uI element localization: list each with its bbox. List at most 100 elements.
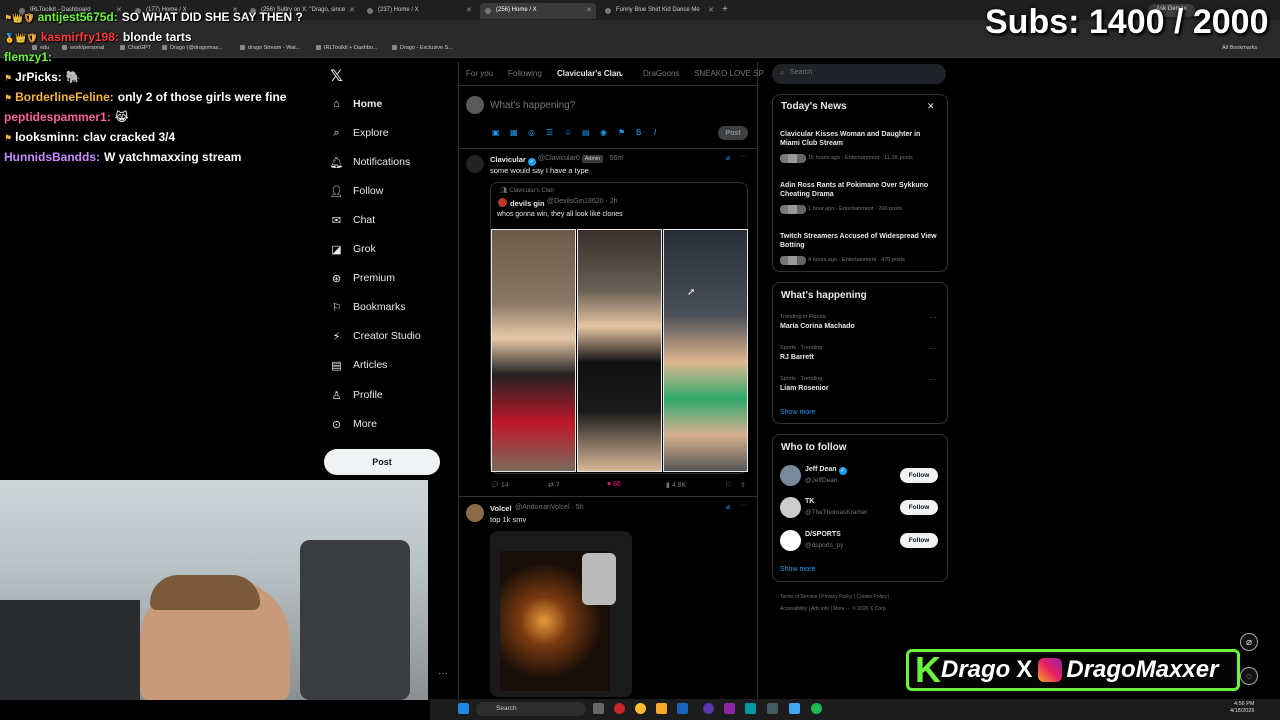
more-icon[interactable]: ··· — [740, 502, 747, 509]
grok-icon[interactable]: ⌀ — [726, 154, 730, 162]
wtf-name[interactable]: Jeff Dean ✓ — [805, 466, 847, 475]
nav-chat[interactable]: ✉ Chat — [330, 209, 375, 231]
nav-more[interactable]: ⊙ More — [330, 413, 377, 435]
tab-claviculars-clan[interactable]: Clavicular's Clan — [557, 69, 621, 78]
schedule-icon[interactable]: ▤ — [582, 128, 590, 137]
spotify-icon[interactable] — [811, 703, 822, 714]
author-handle[interactable]: @Clavicular0 — [538, 155, 580, 162]
nav-grok[interactable]: ◪ Grok — [330, 238, 375, 260]
avatar[interactable] — [466, 96, 484, 114]
reply-button[interactable]: 💬︎ 14 — [490, 481, 509, 489]
post-button[interactable]: Post — [324, 449, 440, 475]
follow-button[interactable]: Follow — [900, 468, 938, 483]
all-bookmarks-link[interactable]: All Bookmarks — [1222, 45, 1257, 51]
chevron-down-icon[interactable]: ⌄ — [618, 69, 625, 78]
wtf-name[interactable]: D/SPORTS — [805, 531, 841, 538]
folder-icon[interactable] — [656, 703, 667, 714]
show-more-link[interactable]: Show more — [780, 409, 815, 416]
browser-tab-active[interactable]: (256) Home / X ✕ — [480, 3, 596, 19]
nav-explore[interactable]: ⌕ Explore — [330, 122, 388, 144]
close-icon[interactable]: ✕ — [586, 6, 592, 14]
tweet-video[interactable] — [490, 531, 632, 697]
image-icon[interactable]: ▣ — [492, 128, 500, 137]
italic-icon[interactable]: I — [654, 128, 656, 137]
app-icon[interactable] — [614, 703, 625, 714]
compose-post-button[interactable]: Post — [718, 126, 748, 140]
close-icon[interactable]: ✕ — [927, 101, 935, 112]
share-icon[interactable]: ⇪ — [740, 481, 746, 489]
location-icon[interactable]: ◉ — [600, 128, 607, 137]
tweet-time[interactable]: · 56m — [605, 155, 623, 162]
more-icon[interactable]: ··· — [929, 375, 937, 384]
compose-input[interactable]: What's happening? — [490, 100, 575, 111]
app-icon[interactable] — [724, 703, 735, 714]
tweet-photo[interactable] — [663, 229, 748, 472]
tab-dragoons[interactable]: DraGoons — [643, 69, 679, 78]
bookmark-icon[interactable]: ⚐ — [725, 481, 731, 489]
bookmark-item[interactable]: Drago - Exclusive S... — [392, 45, 453, 51]
nav-premium[interactable]: ⊛ Premium — [330, 267, 395, 289]
windows-start-icon[interactable] — [458, 703, 469, 714]
tweet-author[interactable]: Volcel — [490, 504, 512, 513]
browser-tab[interactable]: (237) Home / X ✕ — [362, 3, 476, 19]
footer-links[interactable]: Terms of Service | Privacy Policy | Cook… — [780, 594, 889, 600]
grok-icon[interactable]: ◎ — [528, 128, 535, 137]
steam-icon[interactable] — [767, 703, 778, 714]
follow-button[interactable]: Follow — [900, 533, 938, 548]
quote-author[interactable]: devils gin — [498, 198, 545, 208]
app-icon[interactable] — [745, 703, 756, 714]
browser-tab[interactable]: Funny Blue Shirt Kid Dance Me ✕ — [600, 3, 718, 19]
avatar[interactable] — [780, 497, 801, 518]
taskview-icon[interactable] — [593, 703, 604, 714]
nav-creator-studio[interactable]: ⚡ Creator Studio — [330, 325, 421, 347]
flag-icon[interactable]: ⚑ — [618, 128, 625, 137]
nav-bookmarks[interactable]: ⚐ Bookmarks — [330, 296, 406, 318]
poll-icon[interactable]: ☰ — [546, 128, 553, 137]
close-icon[interactable]: ✕ — [466, 6, 472, 14]
emoji-icon[interactable]: ☺ — [564, 128, 572, 137]
avatar[interactable] — [780, 530, 801, 551]
taskbar-clock[interactable]: 4:56 PM 4/18/2026 — [1230, 701, 1254, 715]
tab-following[interactable]: Following — [508, 69, 542, 78]
nav-profile[interactable]: ♙ Profile — [330, 384, 383, 406]
wtf-name[interactable]: TK — [805, 498, 814, 505]
chat-bubble-icon[interactable]: ◌ — [1240, 667, 1258, 685]
tweet-photo[interactable] — [577, 229, 662, 472]
bookmark-item[interactable]: IRLToolkit + Dashbo... — [316, 45, 378, 51]
app-icon[interactable] — [677, 703, 688, 714]
avatar[interactable] — [466, 155, 484, 173]
nav-follow[interactable]: 👤︎ Follow — [330, 180, 384, 202]
taskbar-search[interactable]: Search — [476, 702, 586, 716]
show-more-link[interactable]: Show more — [780, 566, 815, 573]
tweet-photo[interactable] — [491, 229, 576, 472]
trend-title[interactable]: Liam Rosenior — [780, 385, 829, 392]
news-headline[interactable]: Twitch Streamers Accused of Widespread V… — [780, 232, 940, 250]
more-icon[interactable]: ··· — [929, 313, 937, 322]
close-icon[interactable]: ✕ — [349, 6, 355, 14]
search-input[interactable] — [790, 69, 940, 76]
chrome-icon[interactable] — [635, 703, 646, 714]
footer-links[interactable]: Accessibility | Ads info | More ··· © 20… — [780, 606, 887, 612]
gif-icon[interactable]: ▦ — [510, 128, 518, 137]
like-button[interactable]: ♥ 86 — [607, 481, 621, 488]
close-icon[interactable]: ✕ — [708, 6, 714, 14]
follow-button[interactable]: Follow — [900, 500, 938, 515]
avatar[interactable] — [780, 465, 801, 486]
bold-icon[interactable]: B — [636, 128, 641, 137]
new-tab-icon[interactable]: + — [722, 4, 728, 15]
news-headline[interactable]: Adin Ross Rants at Pokimane Over Sykkuno… — [780, 181, 940, 199]
views-button[interactable]: ▮ 4.8K — [666, 481, 686, 489]
nav-articles[interactable]: ▤ Articles — [330, 354, 387, 376]
x-logo-icon[interactable]: 𝕏 — [330, 66, 343, 86]
trend-title[interactable]: RJ Barrett — [780, 354, 814, 361]
grok-icon[interactable]: ⌀ — [726, 503, 730, 511]
author-handle[interactable]: @AndorranVolcel · 5h — [515, 504, 584, 511]
more-icon[interactable]: ··· — [929, 344, 937, 353]
app-icon[interactable] — [703, 703, 714, 714]
repost-button[interactable]: ⇄ 7 — [548, 481, 560, 489]
app-icon[interactable] — [789, 703, 800, 714]
tab-for-you[interactable]: For you — [466, 69, 493, 78]
trend-title[interactable]: María Corina Machado — [780, 323, 855, 330]
more-icon[interactable]: ··· — [740, 153, 747, 160]
news-headline[interactable]: Clavicular Kisses Woman and Daughter in … — [780, 130, 940, 148]
